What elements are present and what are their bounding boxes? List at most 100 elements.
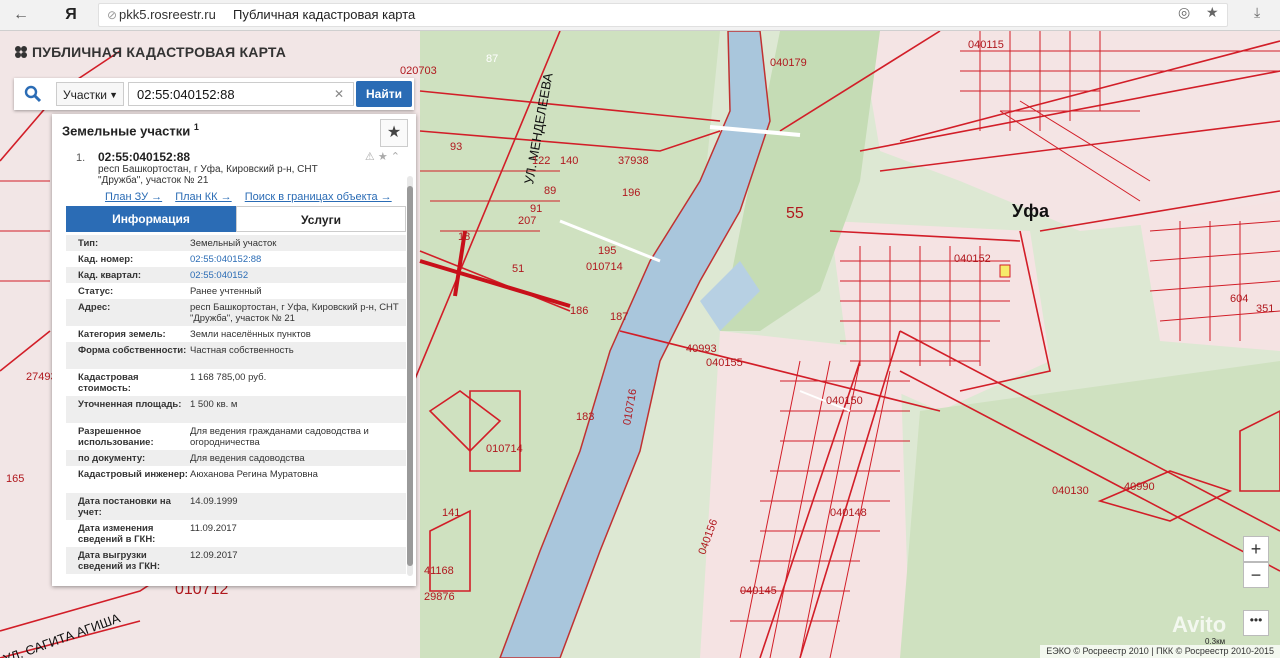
map-label: 165 xyxy=(6,473,25,485)
map-label: 40990 xyxy=(1124,481,1155,493)
info-key: Кадастровая стоимость: xyxy=(78,372,139,394)
info-key: Кад. номер: xyxy=(78,254,134,265)
info-key: Дата постановки на учет: xyxy=(78,496,171,518)
info-key: Адрес: xyxy=(78,302,111,313)
info-key: Кадастровый инженер: xyxy=(78,469,188,480)
tab-information[interactable]: Информация xyxy=(66,206,236,232)
more-tools-button[interactable]: ••• xyxy=(1243,610,1269,636)
info-row-export-date: Дата выгрузки сведений из ГКН: 12.09.201… xyxy=(66,547,406,574)
map-label: 186 xyxy=(570,305,589,317)
info-value: Земельный участок xyxy=(190,238,277,249)
map-label: 18 xyxy=(458,231,471,243)
info-key: Разрешенное использование: xyxy=(78,426,154,448)
info-row-engineer: Кадастровый инженер: Аюханова Регина Мур… xyxy=(66,466,406,493)
result-links: План ЗУ → План КК → Поиск в границах объ… xyxy=(105,191,402,203)
translate-icon[interactable]: ◎ xyxy=(1178,4,1190,21)
map-label: 55 xyxy=(786,205,804,222)
map-label: 29876 xyxy=(424,591,455,603)
caret-down-icon: ▼ xyxy=(109,90,118,100)
favorite-star-button[interactable]: ★ xyxy=(380,119,408,147)
info-row-status: Статус: Ранее учтенный xyxy=(66,283,406,299)
map-label: 93 xyxy=(450,141,463,153)
info-row-area: Уточненная площадь: 1 500 кв. м xyxy=(66,396,406,423)
panel-title-text: Земельные участки xyxy=(62,123,191,139)
map-label: 91 xyxy=(530,203,543,215)
info-value: 1 500 кв. м xyxy=(190,399,238,410)
panel-title: Земельные участки 1 xyxy=(62,122,199,138)
scroll-thumb[interactable] xyxy=(407,186,413,566)
info-row-registered-date: Дата постановки на учет: 14.09.1999 xyxy=(66,493,406,520)
map-label: 040130 xyxy=(1052,485,1089,497)
panel-scrollbar[interactable] xyxy=(407,176,413,576)
search-button[interactable]: Найти xyxy=(356,81,412,107)
back-arrow-icon[interactable]: ← xyxy=(10,4,32,26)
info-row-permitted-use: Разрешенное использование: Для ведения г… xyxy=(66,423,406,450)
download-icon[interactable]: ⤓ xyxy=(1254,4,1260,21)
map-label: 010714 xyxy=(586,261,623,273)
search-type-select[interactable]: Участки ▼ xyxy=(56,82,124,106)
map-label: 040150 xyxy=(826,395,863,407)
map-label: 196 xyxy=(622,187,641,199)
map-attribution: ЕЭКО © Росреестр 2010 | ПКК © Росреестр … xyxy=(1040,645,1280,658)
map-label: 040145 xyxy=(740,585,777,597)
search-in-bounds-link[interactable]: Поиск в границах объекта → xyxy=(245,191,392,203)
bookmark-star-icon[interactable]: ★ xyxy=(1206,4,1219,21)
warning-icon[interactable]: ⚠ xyxy=(365,151,375,163)
search-bar: Участки ▼ 02:55:040152:88 ✕ Найти xyxy=(14,78,414,110)
zoom-out-button[interactable]: − xyxy=(1243,562,1269,588)
result-count: 1 xyxy=(193,122,199,132)
map-label: 41168 xyxy=(424,565,454,577)
info-key: по документу: xyxy=(78,453,146,464)
info-value: 1 168 785,00 руб. xyxy=(190,372,267,383)
map-label: 351 xyxy=(1256,303,1275,315)
yandex-home-button[interactable]: Я xyxy=(60,4,82,26)
info-key: Уточненная площадь: xyxy=(78,399,182,410)
map-label: 207 xyxy=(518,215,537,227)
info-key: Категория земель: xyxy=(78,329,166,340)
cad-quarter-link[interactable]: 02:55:040152 xyxy=(190,270,400,281)
info-value: Ранее учтенный xyxy=(190,286,262,297)
rosreestr-logo-icon xyxy=(15,46,27,58)
map-label: 122 xyxy=(532,155,551,167)
info-value: Аюханова Регина Муратовна xyxy=(190,469,318,480)
avito-watermark: Avito xyxy=(1172,612,1227,637)
result-cad-number: 02:55:040152:88 xyxy=(98,150,191,164)
info-row-type: Тип: Земельный участок xyxy=(66,235,406,251)
info-tabs: Информация Услуги xyxy=(66,206,406,232)
map-label: 140 xyxy=(560,155,579,167)
city-label: Уфа xyxy=(1012,201,1049,221)
map-label: 020703 xyxy=(400,65,437,77)
info-row-cad-value: Кадастровая стоимость: 1 168 785,00 руб. xyxy=(66,369,406,396)
info-key: Кад. квартал: xyxy=(78,270,142,281)
app-title-text: ПУБЛИЧНАЯ КАДАСТРОВАЯ КАРТА xyxy=(32,44,287,60)
plan-zu-link[interactable]: План ЗУ → xyxy=(105,191,162,203)
map-label: 87 xyxy=(486,53,499,65)
app-title: ПУБЛИЧНАЯ КАДАСТРОВАЯ КАРТА xyxy=(14,44,286,60)
chevron-up-icon[interactable]: ⌃ xyxy=(391,151,400,163)
address-bar[interactable]: ⊘ pkk5.rosreestr.ru Публичная кадастрова… xyxy=(98,3,1228,27)
map-label: 010714 xyxy=(486,443,523,455)
info-value: 11.09.2017 xyxy=(190,523,237,534)
zoom-in-button[interactable]: + xyxy=(1243,536,1269,562)
result-address: респ Башкортостан, г Уфа, Кировский р-н,… xyxy=(98,164,318,186)
cad-number-link[interactable]: 02:55:040152:88 xyxy=(190,254,400,265)
tab-services[interactable]: Услуги xyxy=(236,206,406,232)
info-row-cad-number: Кад. номер: 02:55:040152:88 xyxy=(66,251,406,267)
star-icon[interactable]: ★ xyxy=(378,151,388,163)
search-input[interactable]: 02:55:040152:88 xyxy=(128,82,354,106)
search-type-value: Участки xyxy=(63,88,107,102)
result-actions: ⚠ ★ ⌃ xyxy=(365,150,400,163)
clear-icon[interactable]: ✕ xyxy=(334,87,344,101)
info-row-land-category: Категория земель: Земли населённых пункт… xyxy=(66,326,406,342)
plan-kk-link[interactable]: План КК → xyxy=(175,191,231,203)
info-value: респ Башкортостан, г Уфа, Кировский р-н,… xyxy=(190,302,399,324)
result-index: 1. xyxy=(76,152,86,164)
info-value: Земли населённых пунктов xyxy=(190,329,311,340)
map-label: 37938 xyxy=(618,155,649,167)
info-row-by-document: по документу: Для ведения садоводства xyxy=(66,450,406,466)
map-label: 604 xyxy=(1230,293,1249,305)
search-icon[interactable] xyxy=(24,85,42,103)
info-value: Для ведения садоводства xyxy=(190,453,305,464)
map-label: 40993 xyxy=(686,343,717,355)
info-key: Статус: xyxy=(78,286,114,297)
